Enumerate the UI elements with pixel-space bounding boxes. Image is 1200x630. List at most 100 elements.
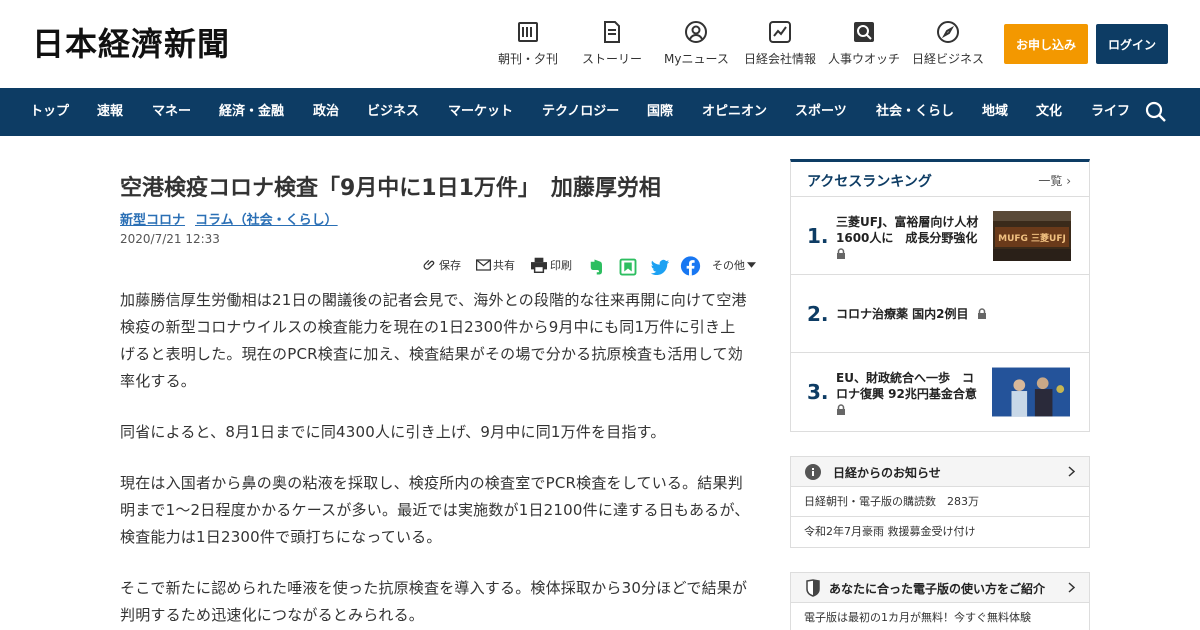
- nav-item-business[interactable]: ビジネス: [367, 88, 419, 136]
- nav-item-international[interactable]: 国際: [647, 88, 673, 136]
- rank-headline: 三菱UFJ、富裕層向け人材1600人に 成長分野強化: [836, 214, 986, 259]
- save-label: 保存: [439, 259, 461, 272]
- rank-headline-text: コロナ治療薬 国内2例目: [836, 307, 969, 321]
- guide-header[interactable]: あなたに合った電子版の使い方をご紹介: [791, 573, 1089, 603]
- rank-headline: EU、財政統合へ一歩 コロナ復興 92兆円基金合意: [836, 370, 981, 415]
- share-label: 共有: [493, 259, 515, 272]
- article-date: 2020/7/21 12:33: [120, 232, 220, 246]
- twitter-icon[interactable]: [650, 257, 670, 279]
- save-button[interactable]: 保存: [423, 254, 461, 276]
- rank-headline-text: 三菱UFJ、富裕層向け人材1600人に 成長分野強化: [836, 215, 979, 245]
- magnifier-icon: [854, 22, 874, 42]
- ranking-item[interactable]: 3. EU、財政統合へ一歩 コロナ復興 92兆円基金合意: [791, 353, 1089, 431]
- rank-number: 3.: [807, 380, 829, 404]
- rank-headline-text: EU、財政統合へ一歩 コロナ復興 92兆円基金合意: [836, 371, 977, 401]
- newspaper-icon: [518, 22, 538, 42]
- guide-title: あなたに合った電子版の使い方をご紹介: [829, 582, 1046, 596]
- nav-item-sports[interactable]: スポーツ: [795, 88, 847, 136]
- nav-item-breaking[interactable]: 速報: [97, 88, 123, 136]
- nav-personnel-watch[interactable]: 人事ウオッチ: [828, 20, 900, 67]
- nav-item-region[interactable]: 地域: [982, 88, 1008, 136]
- nav-item-technology[interactable]: テクノロジー: [542, 88, 619, 136]
- nav-item-top[interactable]: トップ: [30, 88, 69, 136]
- bookmark-icon[interactable]: [619, 256, 637, 278]
- nav-label: 朝刊・夕刊: [498, 52, 559, 66]
- notice-item[interactable]: 令和2年7月豪雨 救援募金受け付け: [791, 517, 1089, 547]
- nav-item-economy[interactable]: 経済・金融: [219, 88, 284, 136]
- rank-headline: コロナ治療薬 国内2例目: [836, 306, 1016, 322]
- nav-item-politics[interactable]: 政治: [313, 88, 339, 136]
- document-icon: [604, 21, 620, 43]
- facebook-icon[interactable]: [680, 255, 701, 277]
- nav-nikkei-business[interactable]: 日経ビジネス: [912, 20, 984, 67]
- search-icon[interactable]: [1144, 100, 1168, 124]
- notice-header[interactable]: 日経からのお知らせ: [791, 457, 1089, 487]
- nav-item-market[interactable]: マーケット: [448, 88, 513, 136]
- nav-company-info[interactable]: 日経会社情報: [744, 20, 816, 67]
- nav-label: Myニュース: [664, 52, 729, 66]
- lock-icon: [837, 248, 845, 259]
- nav-item-society[interactable]: 社会・くらし: [876, 88, 954, 136]
- apply-button[interactable]: お申し込み: [1004, 24, 1088, 64]
- paragraph: 加藤勝信厚生労働相は21日の閣議後の記者会見で、海外との段階的な往来再開に向けて…: [120, 291, 747, 390]
- paragraph: そこで新たに認められた唾液を使った抗原検査を導入する。検体採取から30分ほどで結…: [120, 579, 748, 624]
- rank-number: 2.: [807, 302, 829, 326]
- lock-icon: [837, 404, 845, 415]
- caret-down-icon: [747, 262, 756, 268]
- nav-story[interactable]: ストーリー: [582, 20, 642, 67]
- rank-number: 1.: [807, 224, 829, 248]
- compass-icon: [937, 21, 959, 43]
- printer-icon: [531, 257, 547, 273]
- chevron-right-icon: [1068, 466, 1075, 477]
- paragraph: 同省によると、8月1日までに同4300人に引き上げ、9月中に同1万件を目指す。: [120, 423, 666, 441]
- nav-label: ストーリー: [582, 52, 643, 66]
- site-header: 日本経濟新聞 朝刊・夕刊 ストーリー Myニュース 日経会社情報 人事ウオッチ …: [0, 0, 1200, 88]
- ranking-more-link[interactable]: 一覧 ›: [1038, 172, 1071, 189]
- nikkei-notices: 日経からのお知らせ 日経朝刊・電子版の購読数 283万 令和2年7月豪雨 救援募…: [790, 456, 1090, 548]
- news-thumbnail: MUFG 三菱UFJ: [993, 211, 1071, 261]
- nav-item-money[interactable]: マネー: [152, 88, 191, 136]
- login-button[interactable]: ログイン: [1096, 24, 1168, 64]
- ranking-more-label: 一覧: [1038, 174, 1063, 188]
- nav-item-culture[interactable]: 文化: [1036, 88, 1062, 136]
- main-nav: トップ 速報 マネー 経済・金融 政治 ビジネス マーケット テクノロジー 国際…: [0, 88, 1200, 136]
- shield-icon: [806, 579, 820, 597]
- more-label: その他: [712, 259, 745, 272]
- evernote-icon[interactable]: [587, 256, 605, 278]
- nav-label: 日経会社情報: [744, 52, 817, 66]
- ranking-item[interactable]: 1. 三菱UFJ、富裕層向け人材1600人に 成長分野強化 MUFG 三菱UFJ: [791, 197, 1089, 275]
- article-tags: 新型コロナ コラム（社会・くらし）: [120, 209, 338, 228]
- person-icon: [685, 21, 708, 43]
- more-share-button[interactable]: その他: [710, 254, 756, 276]
- nav-label: 日経ビジネス: [912, 52, 985, 66]
- notice-title: 日経からのお知らせ: [833, 466, 941, 480]
- mail-icon: [476, 259, 491, 271]
- nav-item-life[interactable]: ライフ: [1091, 88, 1130, 136]
- info-icon: [805, 464, 821, 480]
- ranking-header: アクセスランキング 一覧 ›: [791, 162, 1089, 197]
- access-ranking: アクセスランキング 一覧 › 1. 三菱UFJ、富裕層向け人材1600人に 成長…: [790, 159, 1090, 432]
- ranking-title: アクセスランキング: [807, 174, 932, 190]
- news-thumbnail: [992, 367, 1070, 417]
- paperclip-icon: [423, 259, 435, 270]
- notice-item[interactable]: 日経朝刊・電子版の購読数 283万: [791, 487, 1089, 517]
- nav-item-opinion[interactable]: オピニオン: [702, 88, 767, 136]
- print-button[interactable]: 印刷: [530, 254, 572, 276]
- thumbnail-sign: MUFG 三菱UFJ: [998, 232, 1066, 244]
- tag-link[interactable]: コラム（社会・くらし）: [195, 209, 338, 228]
- tag-link[interactable]: 新型コロナ: [120, 209, 185, 228]
- chart-icon: [769, 21, 791, 43]
- nav-label: 人事ウオッチ: [828, 52, 901, 66]
- ranking-item[interactable]: 2. コロナ治療薬 国内2例目: [791, 275, 1089, 353]
- nikkei-logo[interactable]: 日本経濟新聞: [32, 24, 230, 64]
- lock-icon: [977, 308, 986, 319]
- guide-text[interactable]: 電子版は最初の1カ月が無料！今すぐ無料体験: [791, 603, 1089, 630]
- article-title: 空港検疫コロナ検査「9月中に1日1万件」 加藤厚労相: [120, 176, 661, 201]
- nav-my-news[interactable]: Myニュース: [664, 20, 729, 67]
- nav-morning-evening-edition[interactable]: 朝刊・夕刊: [498, 20, 558, 67]
- print-label: 印刷: [550, 259, 572, 272]
- paragraph: 現在は入国者から鼻の奥の粘液を採取し、検疫所内の検査室でPCR検査をしている。結…: [120, 474, 750, 546]
- share-button[interactable]: 共有: [476, 254, 515, 276]
- article-body: 加藤勝信厚生労働相は21日の閣議後の記者会見で、海外との段階的な往来再開に向けて…: [120, 287, 750, 630]
- digital-guide: あなたに合った電子版の使い方をご紹介 電子版は最初の1カ月が無料！今すぐ無料体験: [790, 572, 1090, 630]
